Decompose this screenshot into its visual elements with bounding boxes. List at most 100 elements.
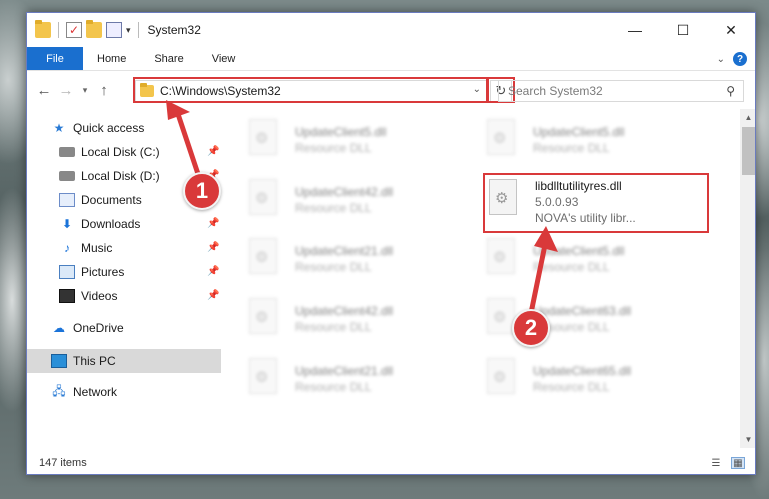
toolbar-separator [58, 22, 59, 38]
file-name: UpdateClient42.dll [295, 304, 394, 318]
sidebar-item-label: OneDrive [73, 321, 124, 335]
dll-file-icon [249, 119, 277, 155]
pin-icon[interactable]: 📌 [207, 266, 219, 277]
step-callout-2: 2 [512, 309, 550, 347]
dll-file-icon [487, 358, 515, 394]
sidebar-item-music[interactable]: ♪ Music [59, 237, 112, 259]
navigation-pane: ★ Quick access Local Disk (C:) 📌 Local D… [27, 109, 221, 448]
file-description: Resource DLL [533, 260, 610, 274]
file-list: UpdateClient5.dll Resource DLL UpdateCli… [221, 109, 740, 448]
tab-share[interactable]: Share [140, 47, 197, 70]
search-icon[interactable]: ⚲ [726, 84, 735, 98]
sidebar-item-pictures[interactable]: Pictures [59, 261, 124, 283]
sidebar-item-label: This PC [73, 354, 116, 368]
item-count: 147 items [39, 457, 87, 469]
sidebar-item-label: Quick access [73, 121, 145, 135]
sidebar-item-downloads[interactable]: ⬇ Downloads [59, 213, 140, 235]
toolbar-dropdown-icon[interactable]: ▾ [126, 25, 131, 36]
disk-icon [59, 169, 75, 183]
file-name: UpdateClient5.dll [295, 125, 387, 139]
list-item[interactable]: UpdateClient5.dll Resource DLL [459, 113, 679, 161]
sidebar-item-quick-access[interactable]: ★ Quick access [51, 117, 145, 139]
file-name: UpdateClient21.dll [295, 244, 394, 258]
properties-check-icon[interactable]: ✓ [66, 22, 82, 38]
search-placeholder: Search System32 [508, 84, 603, 98]
title-bar: ✓ ▾ System32 — ☐ ✕ [27, 13, 755, 47]
file-name: UpdateClient42.dll [295, 185, 394, 199]
dll-file-icon [249, 179, 277, 215]
maximize-button[interactable]: ☐ [659, 13, 707, 47]
sidebar-item-local-disk-d[interactable]: Local Disk (D:) [59, 165, 160, 187]
pin-icon[interactable]: 📌 [207, 290, 219, 301]
star-icon: ★ [53, 121, 65, 135]
scroll-up-icon[interactable]: ▲ [740, 109, 755, 126]
dll-file-icon [249, 358, 277, 394]
tab-file[interactable]: File [27, 47, 83, 70]
file-name: UpdateClient5.dll [533, 125, 625, 139]
pin-icon[interactable]: 📌 [207, 242, 219, 253]
toolbar-separator [137, 22, 139, 38]
window-controls: — ☐ ✕ [611, 13, 755, 47]
file-name: UpdateClient65.dll [533, 364, 632, 378]
step-callout-1: 1 [183, 172, 221, 210]
tab-home[interactable]: Home [83, 47, 140, 70]
quick-access-toolbar: ✓ ▾ [27, 20, 142, 38]
list-item[interactable]: UpdateClient21.dll Resource DLL [221, 352, 441, 400]
list-item[interactable]: UpdateClient5.dll Resource DLL [221, 113, 441, 161]
dll-file-icon [249, 298, 277, 334]
details-view-icon[interactable]: ☰ [709, 457, 723, 469]
sidebar-item-this-pc[interactable]: This PC [51, 350, 116, 372]
sidebar-item-videos[interactable]: Videos [59, 285, 117, 307]
list-item[interactable]: UpdateClient42.dll Resource DLL [221, 173, 441, 221]
pictures-icon [59, 265, 75, 279]
status-bar: 147 items ☰ ▦ [27, 450, 755, 474]
file-description: Resource DLL [533, 380, 610, 394]
recent-locations-chevron-icon[interactable]: ▾ [77, 79, 93, 101]
dll-file-icon [487, 238, 515, 274]
forward-button[interactable]: → [55, 79, 77, 101]
vertical-scrollbar[interactable]: ▲ ▼ [740, 109, 755, 448]
back-button[interactable]: ← [33, 79, 55, 101]
list-item[interactable]: UpdateClient5.dll Resource DLL [459, 232, 679, 280]
sidebar-item-label: Local Disk (D:) [81, 169, 160, 183]
customize-toolbar-icon[interactable] [106, 22, 122, 38]
address-highlight-box [133, 77, 488, 103]
scroll-thumb[interactable] [742, 127, 755, 175]
file-highlight-box [483, 173, 709, 233]
sidebar-item-local-disk-c[interactable]: Local Disk (C:) [59, 141, 160, 163]
sidebar-item-label: Network [73, 385, 118, 399]
dll-file-icon [249, 238, 277, 274]
close-button[interactable]: ✕ [707, 13, 755, 47]
sidebar-item-documents[interactable]: Documents [59, 189, 142, 211]
file-description: Resource DLL [295, 380, 372, 394]
music-icon: ♪ [64, 241, 70, 255]
tab-view[interactable]: View [198, 47, 250, 70]
sidebar-item-label: Pictures [81, 265, 125, 279]
sidebar-item-label: Music [81, 241, 113, 255]
documents-icon [59, 193, 75, 207]
ribbon-tabs: File Home Share View ⌄ ? [27, 47, 755, 71]
new-folder-icon[interactable] [86, 20, 102, 38]
sidebar-item-network[interactable]: 🖧 Network [51, 381, 117, 403]
list-item[interactable]: UpdateClient21.dll Resource DLL [221, 232, 441, 280]
sidebar-item-label: Videos [81, 289, 118, 303]
minimize-button[interactable]: — [611, 13, 659, 47]
downloads-icon: ⬇ [61, 217, 73, 231]
large-icons-view-icon[interactable]: ▦ [731, 457, 745, 469]
file-description: Resource DLL [295, 320, 372, 334]
this-pc-icon [51, 354, 67, 368]
pin-icon[interactable]: 📌 [207, 146, 219, 157]
up-button[interactable]: ↑ [93, 79, 115, 101]
videos-icon [59, 289, 75, 303]
file-name: UpdateClient63.dll [533, 304, 632, 318]
sidebar-item-onedrive[interactable]: ☁ OneDrive [51, 317, 124, 339]
address-row: ← → ▾ ↑ C:\Windows\System32 ⌄ ↻ Search S… [27, 71, 755, 109]
pin-icon[interactable]: 📌 [207, 218, 219, 229]
help-icon[interactable]: ? [733, 52, 747, 66]
list-item[interactable]: UpdateClient42.dll Resource DLL [221, 292, 441, 340]
search-box[interactable]: Search System32 ⚲ [498, 80, 744, 102]
scroll-down-icon[interactable]: ▼ [740, 431, 755, 448]
expand-ribbon-chevron-icon[interactable]: ⌄ [717, 54, 725, 65]
list-item[interactable]: UpdateClient63.dll Resource DLL [459, 292, 679, 340]
list-item[interactable]: UpdateClient65.dll Resource DLL [459, 352, 679, 400]
